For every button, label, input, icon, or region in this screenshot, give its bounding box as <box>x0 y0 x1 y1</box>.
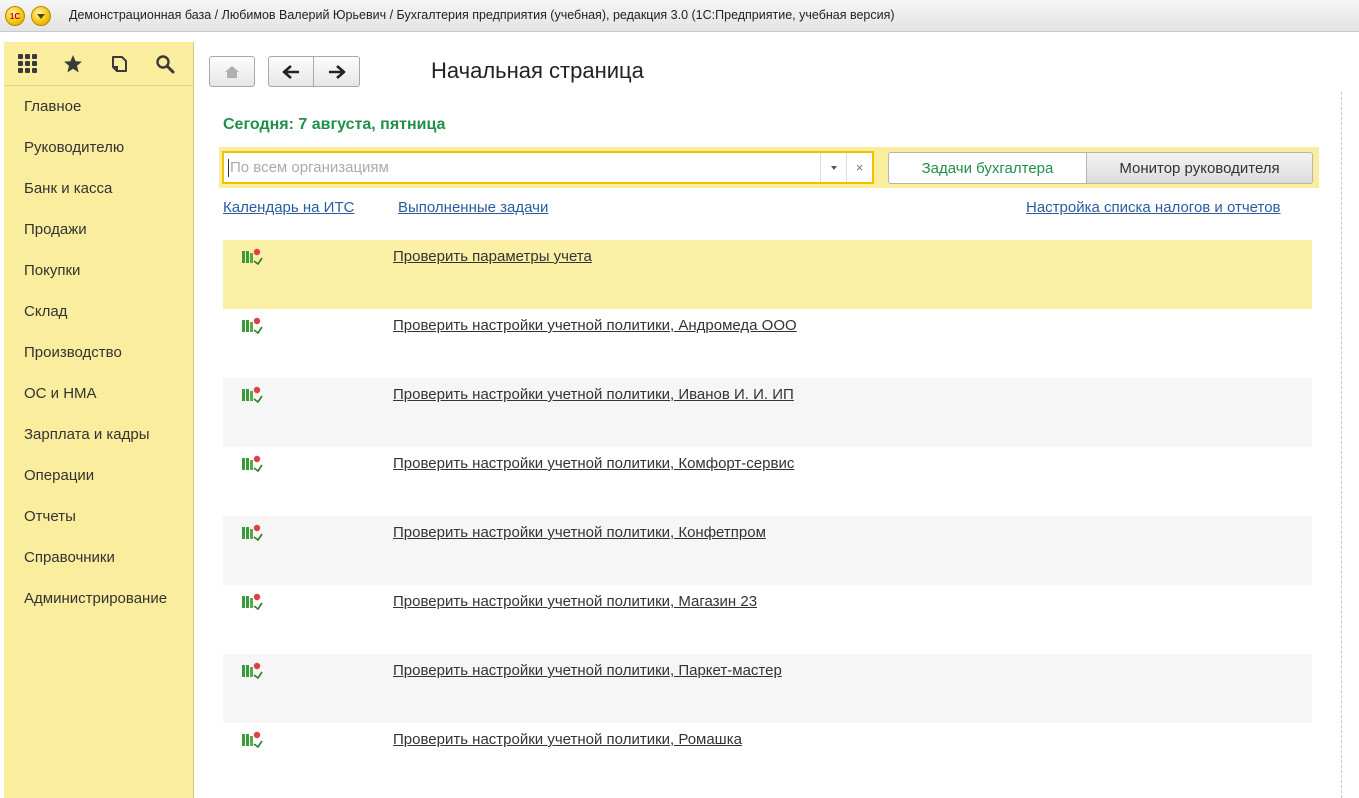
calendar-link[interactable]: Календарь на ИТС <box>223 199 354 216</box>
task-row: Проверить настройки учетной политики, Ро… <box>223 723 1312 792</box>
history-nav <box>268 56 360 87</box>
title-bar: 1С Демонстрационная база / Любимов Валер… <box>0 0 1359 32</box>
task-row: Проверить параметры учета <box>223 240 1312 309</box>
task-link[interactable]: Проверить настройки учетной политики, Ма… <box>393 593 757 610</box>
sidebar-item-main[interactable]: Главное <box>4 86 193 127</box>
close-icon: × <box>855 160 864 175</box>
sidebar-item-catalogs[interactable]: Справочники <box>4 537 193 578</box>
history-button[interactable] <box>96 44 142 84</box>
home-button[interactable] <box>209 56 255 87</box>
view-switcher: Задачи бухгалтера Монитор руководителя <box>888 152 1313 184</box>
task-icon <box>242 524 263 541</box>
navigation-buttons <box>209 56 360 87</box>
arrow-right-icon <box>328 64 345 79</box>
task-link[interactable]: Проверить настройки учетной политики, Ко… <box>393 524 766 541</box>
search-icon <box>156 54 175 73</box>
organization-input[interactable] <box>224 153 820 182</box>
sidebar-item-production[interactable]: Производство <box>4 332 193 373</box>
main-menu-button[interactable] <box>31 6 51 26</box>
clear-button[interactable]: × <box>846 153 872 182</box>
task-link[interactable]: Проверить настройки учетной политики, Ив… <box>393 386 794 403</box>
1c-logo-icon[interactable]: 1С <box>5 6 25 26</box>
text-cursor <box>228 159 229 177</box>
arrow-left-icon <box>282 64 299 79</box>
all-functions-button[interactable] <box>4 44 50 84</box>
home-icon <box>225 65 239 78</box>
task-row: Проверить настройки учетной политики, Ко… <box>223 447 1312 516</box>
sidebar-item-operations[interactable]: Операции <box>4 455 193 496</box>
task-row: Проверить настройки учетной политики, Па… <box>223 654 1312 723</box>
page-title: Начальная страница <box>431 58 644 83</box>
sidebar-toolbar <box>4 42 193 86</box>
completed-tasks-link[interactable]: Выполненные задачи <box>398 199 548 216</box>
window-title: Демонстрационная база / Любимов Валерий … <box>69 8 895 22</box>
search-button[interactable] <box>142 44 188 84</box>
task-icon <box>242 248 263 265</box>
logo-text: 1С <box>9 11 21 21</box>
grid-icon <box>17 54 37 73</box>
history-icon <box>112 55 127 72</box>
sidebar-item-reports[interactable]: Отчеты <box>4 496 193 537</box>
task-row: Проверить настройки учетной политики, Ив… <box>223 378 1312 447</box>
sidebar-item-sales[interactable]: Продажи <box>4 209 193 250</box>
task-icon <box>242 317 263 334</box>
task-link[interactable]: Проверить настройки учетной политики, Ко… <box>393 455 794 472</box>
forward-button[interactable] <box>314 56 360 87</box>
task-link[interactable]: Проверить настройки учетной политики, Па… <box>393 662 782 679</box>
organization-field[interactable]: × <box>222 151 874 184</box>
sections-panel: Главное Руководителю Банк и касса Продаж… <box>4 42 194 798</box>
panel-divider <box>1341 92 1342 798</box>
chevron-down-icon <box>37 13 45 19</box>
task-link[interactable]: Проверить настройки учетной политики, Ан… <box>393 317 797 334</box>
filter-bar: × Задачи бухгалтера Монитор руководителя <box>219 147 1319 188</box>
sidebar-item-payroll[interactable]: Зарплата и кадры <box>4 414 193 455</box>
tax-settings-link[interactable]: Настройка списка налогов и отчетов <box>1026 199 1281 216</box>
task-link[interactable]: Проверить настройки учетной политики, Ро… <box>393 731 742 748</box>
task-list: Проверить параметры учета Проверить наст… <box>223 240 1312 792</box>
task-icon <box>242 731 263 748</box>
task-row: Проверить настройки учетной политики, Ко… <box>223 516 1312 585</box>
sidebar-item-purchases[interactable]: Покупки <box>4 250 193 291</box>
task-icon <box>242 386 263 403</box>
today-date: Сегодня: 7 августа, пятница <box>223 116 446 133</box>
chevron-down-icon <box>830 165 837 170</box>
sidebar-item-administration[interactable]: Администрирование <box>4 578 193 619</box>
task-icon <box>242 662 263 679</box>
task-icon <box>242 455 263 472</box>
tab-accountant-tasks[interactable]: Задачи бухгалтера <box>888 152 1087 184</box>
task-row: Проверить настройки учетной политики, Ма… <box>223 585 1312 654</box>
main-area: Начальная страница Сегодня: 7 августа, п… <box>195 42 1359 798</box>
sections-list: Главное Руководителю Банк и касса Продаж… <box>4 86 193 619</box>
sidebar-item-warehouse[interactable]: Склад <box>4 291 193 332</box>
favorites-button[interactable] <box>50 44 96 84</box>
task-link[interactable]: Проверить параметры учета <box>393 248 592 265</box>
sidebar-item-fixed-assets[interactable]: ОС и НМА <box>4 373 193 414</box>
task-row: Проверить настройки учетной политики, Ан… <box>223 309 1312 378</box>
back-button[interactable] <box>268 56 314 87</box>
sidebar-item-manager[interactable]: Руководителю <box>4 127 193 168</box>
star-icon <box>64 54 82 72</box>
task-icon <box>242 593 263 610</box>
sidebar-item-bank-cash[interactable]: Банк и касса <box>4 168 193 209</box>
tab-manager-monitor[interactable]: Монитор руководителя <box>1087 152 1313 184</box>
organization-dropdown-button[interactable] <box>820 153 846 182</box>
